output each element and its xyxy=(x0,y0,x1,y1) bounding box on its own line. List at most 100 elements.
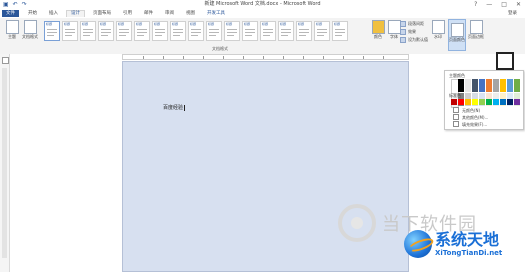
theme-color-swatch[interactable] xyxy=(486,79,492,92)
group-label-document-format: 文档格式 xyxy=(212,46,228,51)
horizontal-ruler[interactable] xyxy=(122,54,409,60)
style-thumb[interactable]: 标题 xyxy=(260,21,276,41)
standard-color-swatch[interactable] xyxy=(500,99,506,105)
ribbon: 主题 文档格式 标题 标题 标题 标题 标题 标题 标题 标题 标题 标题 标题… xyxy=(0,18,525,55)
standard-color-swatch[interactable] xyxy=(465,99,471,105)
style-thumb[interactable]: 标题 xyxy=(134,21,150,41)
style-thumb[interactable]: 标题 xyxy=(314,21,330,41)
theme-color-swatch[interactable] xyxy=(458,79,464,92)
close-button[interactable]: ✕ xyxy=(516,0,521,9)
fill-effects-icon xyxy=(453,121,459,127)
tab-review[interactable]: 审阅 xyxy=(161,10,178,17)
help-button[interactable]: ? xyxy=(474,0,477,9)
page-color-button[interactable]: 页面颜色 xyxy=(448,19,466,51)
theme-color-swatch[interactable] xyxy=(465,79,471,92)
window-controls: ? — □ ✕ xyxy=(474,0,521,9)
standard-color-swatch[interactable] xyxy=(507,99,513,105)
page-color-label: 页面颜色 xyxy=(449,37,465,42)
tab-file[interactable]: 文件 xyxy=(2,10,19,17)
style-thumb[interactable]: 标题 xyxy=(188,21,204,41)
text-cursor xyxy=(184,104,186,111)
standard-color-swatch[interactable] xyxy=(458,99,464,105)
style-thumb[interactable]: 标题 xyxy=(80,21,96,41)
style-thumb[interactable]: 标题 xyxy=(206,21,222,41)
page-borders-icon xyxy=(469,20,483,34)
style-thumb[interactable]: 标题 xyxy=(152,21,168,41)
more-colors-item[interactable]: 其他颜色(M)... xyxy=(453,114,488,120)
standard-color-swatch[interactable] xyxy=(514,99,520,105)
tab-insert[interactable]: 插入 xyxy=(45,10,62,17)
fill-effects-item[interactable]: 填充效果(F)... xyxy=(453,121,488,127)
standard-color-swatch[interactable] xyxy=(451,99,457,105)
tab-layout[interactable]: 页面布局 xyxy=(89,10,115,17)
standard-color-swatch[interactable] xyxy=(486,99,492,105)
theme-color-swatch[interactable] xyxy=(479,79,485,92)
vertical-ruler xyxy=(0,54,10,272)
vertical-ruler-bar xyxy=(2,68,7,258)
page-color-icon xyxy=(450,23,464,37)
style-thumb[interactable]: 标题 xyxy=(296,21,312,41)
palette-icon xyxy=(453,114,459,120)
style-thumb[interactable]: 标题 xyxy=(62,21,78,41)
tab-design[interactable]: 设计 xyxy=(66,10,85,17)
theme-color-swatch[interactable] xyxy=(507,79,513,92)
theme-color-swatch[interactable] xyxy=(472,79,478,92)
restore-button[interactable]: □ xyxy=(501,0,507,9)
watermark-button[interactable]: 水印 xyxy=(430,20,446,40)
style-thumb[interactable]: 标题 xyxy=(170,21,186,41)
set-default-button[interactable]: 设为默认值 xyxy=(400,37,428,43)
page-borders-label: 页面边框 xyxy=(468,34,484,39)
paragraph-spacing-button[interactable]: 段落间距 xyxy=(400,21,428,27)
theme-colors-label: 主题颜色 xyxy=(449,73,465,78)
fonts-icon xyxy=(387,20,401,34)
document-text[interactable]: 百度经验 xyxy=(163,104,186,111)
tab-view[interactable]: 视图 xyxy=(182,10,199,17)
watermark-brand2: 系统天地 XiTongTianDi.net xyxy=(404,230,502,258)
tab-selector[interactable] xyxy=(2,57,9,64)
no-color-item[interactable]: 无颜色(N) xyxy=(453,107,488,113)
style-thumb[interactable]: 标题 xyxy=(98,21,114,41)
globe-logo-icon xyxy=(404,230,432,258)
page-borders-button[interactable]: 页面边框 xyxy=(468,20,484,40)
style-thumb[interactable]: 标题 xyxy=(332,21,348,41)
login-link[interactable]: 登录 xyxy=(508,10,517,17)
colors-button[interactable]: 颜色 xyxy=(370,20,386,40)
watermark-icon xyxy=(431,20,445,34)
window-title: 新建 Microsoft Word 文档.docx - Microsoft Wo… xyxy=(204,1,321,7)
minimize-button[interactable]: — xyxy=(486,0,492,9)
tab-home[interactable]: 开始 xyxy=(24,10,41,17)
page-color-dropdown: 主题颜色 标准色 无颜色(N) 其他颜色(M)... 填充效果(F)... xyxy=(444,70,524,130)
standard-color-swatch[interactable] xyxy=(493,99,499,105)
brand2-main-text: 系统天地 xyxy=(435,230,500,249)
colors-label: 颜色 xyxy=(374,34,382,39)
brand1-logo-icon xyxy=(338,204,376,242)
standard-colors-label: 标准色 xyxy=(449,93,461,98)
ribbon-tabs: 文件 开始 插入 设计 页面布局 引用 邮件 审阅 视图 开发工具 登录 xyxy=(0,9,525,18)
style-gallery: 标题 标题 标题 标题 标题 标题 标题 标题 标题 标题 标题 标题 标题 标… xyxy=(44,21,366,43)
tab-references[interactable]: 引用 xyxy=(119,10,136,17)
check-icon xyxy=(400,37,406,43)
themes-button[interactable]: 主题 xyxy=(4,20,20,40)
tab-mailings[interactable]: 邮件 xyxy=(140,10,157,17)
style-thumb[interactable]: 标题 xyxy=(278,21,294,41)
standard-color-row xyxy=(451,99,520,105)
style-thumb[interactable]: 标题 xyxy=(224,21,240,41)
tab-developer[interactable]: 开发工具 xyxy=(203,10,229,17)
selected-color-highlight xyxy=(496,52,514,70)
themes-icon xyxy=(5,20,19,34)
standard-color-swatch[interactable] xyxy=(472,99,478,105)
style-thumb[interactable]: 标题 xyxy=(44,21,60,41)
theme-color-swatch[interactable] xyxy=(514,79,520,92)
effects-icon xyxy=(400,29,406,35)
themes-label: 主题 xyxy=(8,34,16,39)
paragraph-spacing-icon xyxy=(400,21,406,27)
theme-color-swatch[interactable] xyxy=(500,79,506,92)
style-thumb[interactable]: 标题 xyxy=(242,21,258,41)
style-thumb[interactable]: 标题 xyxy=(116,21,132,41)
standard-color-swatch[interactable] xyxy=(479,99,485,105)
colors-icon xyxy=(371,20,385,34)
effects-button[interactable]: 效果 xyxy=(400,29,428,35)
theme-color-swatch[interactable] xyxy=(493,79,499,92)
watermark-label: 水印 xyxy=(434,34,442,39)
document-format-button[interactable]: 文档格式 xyxy=(22,20,38,40)
